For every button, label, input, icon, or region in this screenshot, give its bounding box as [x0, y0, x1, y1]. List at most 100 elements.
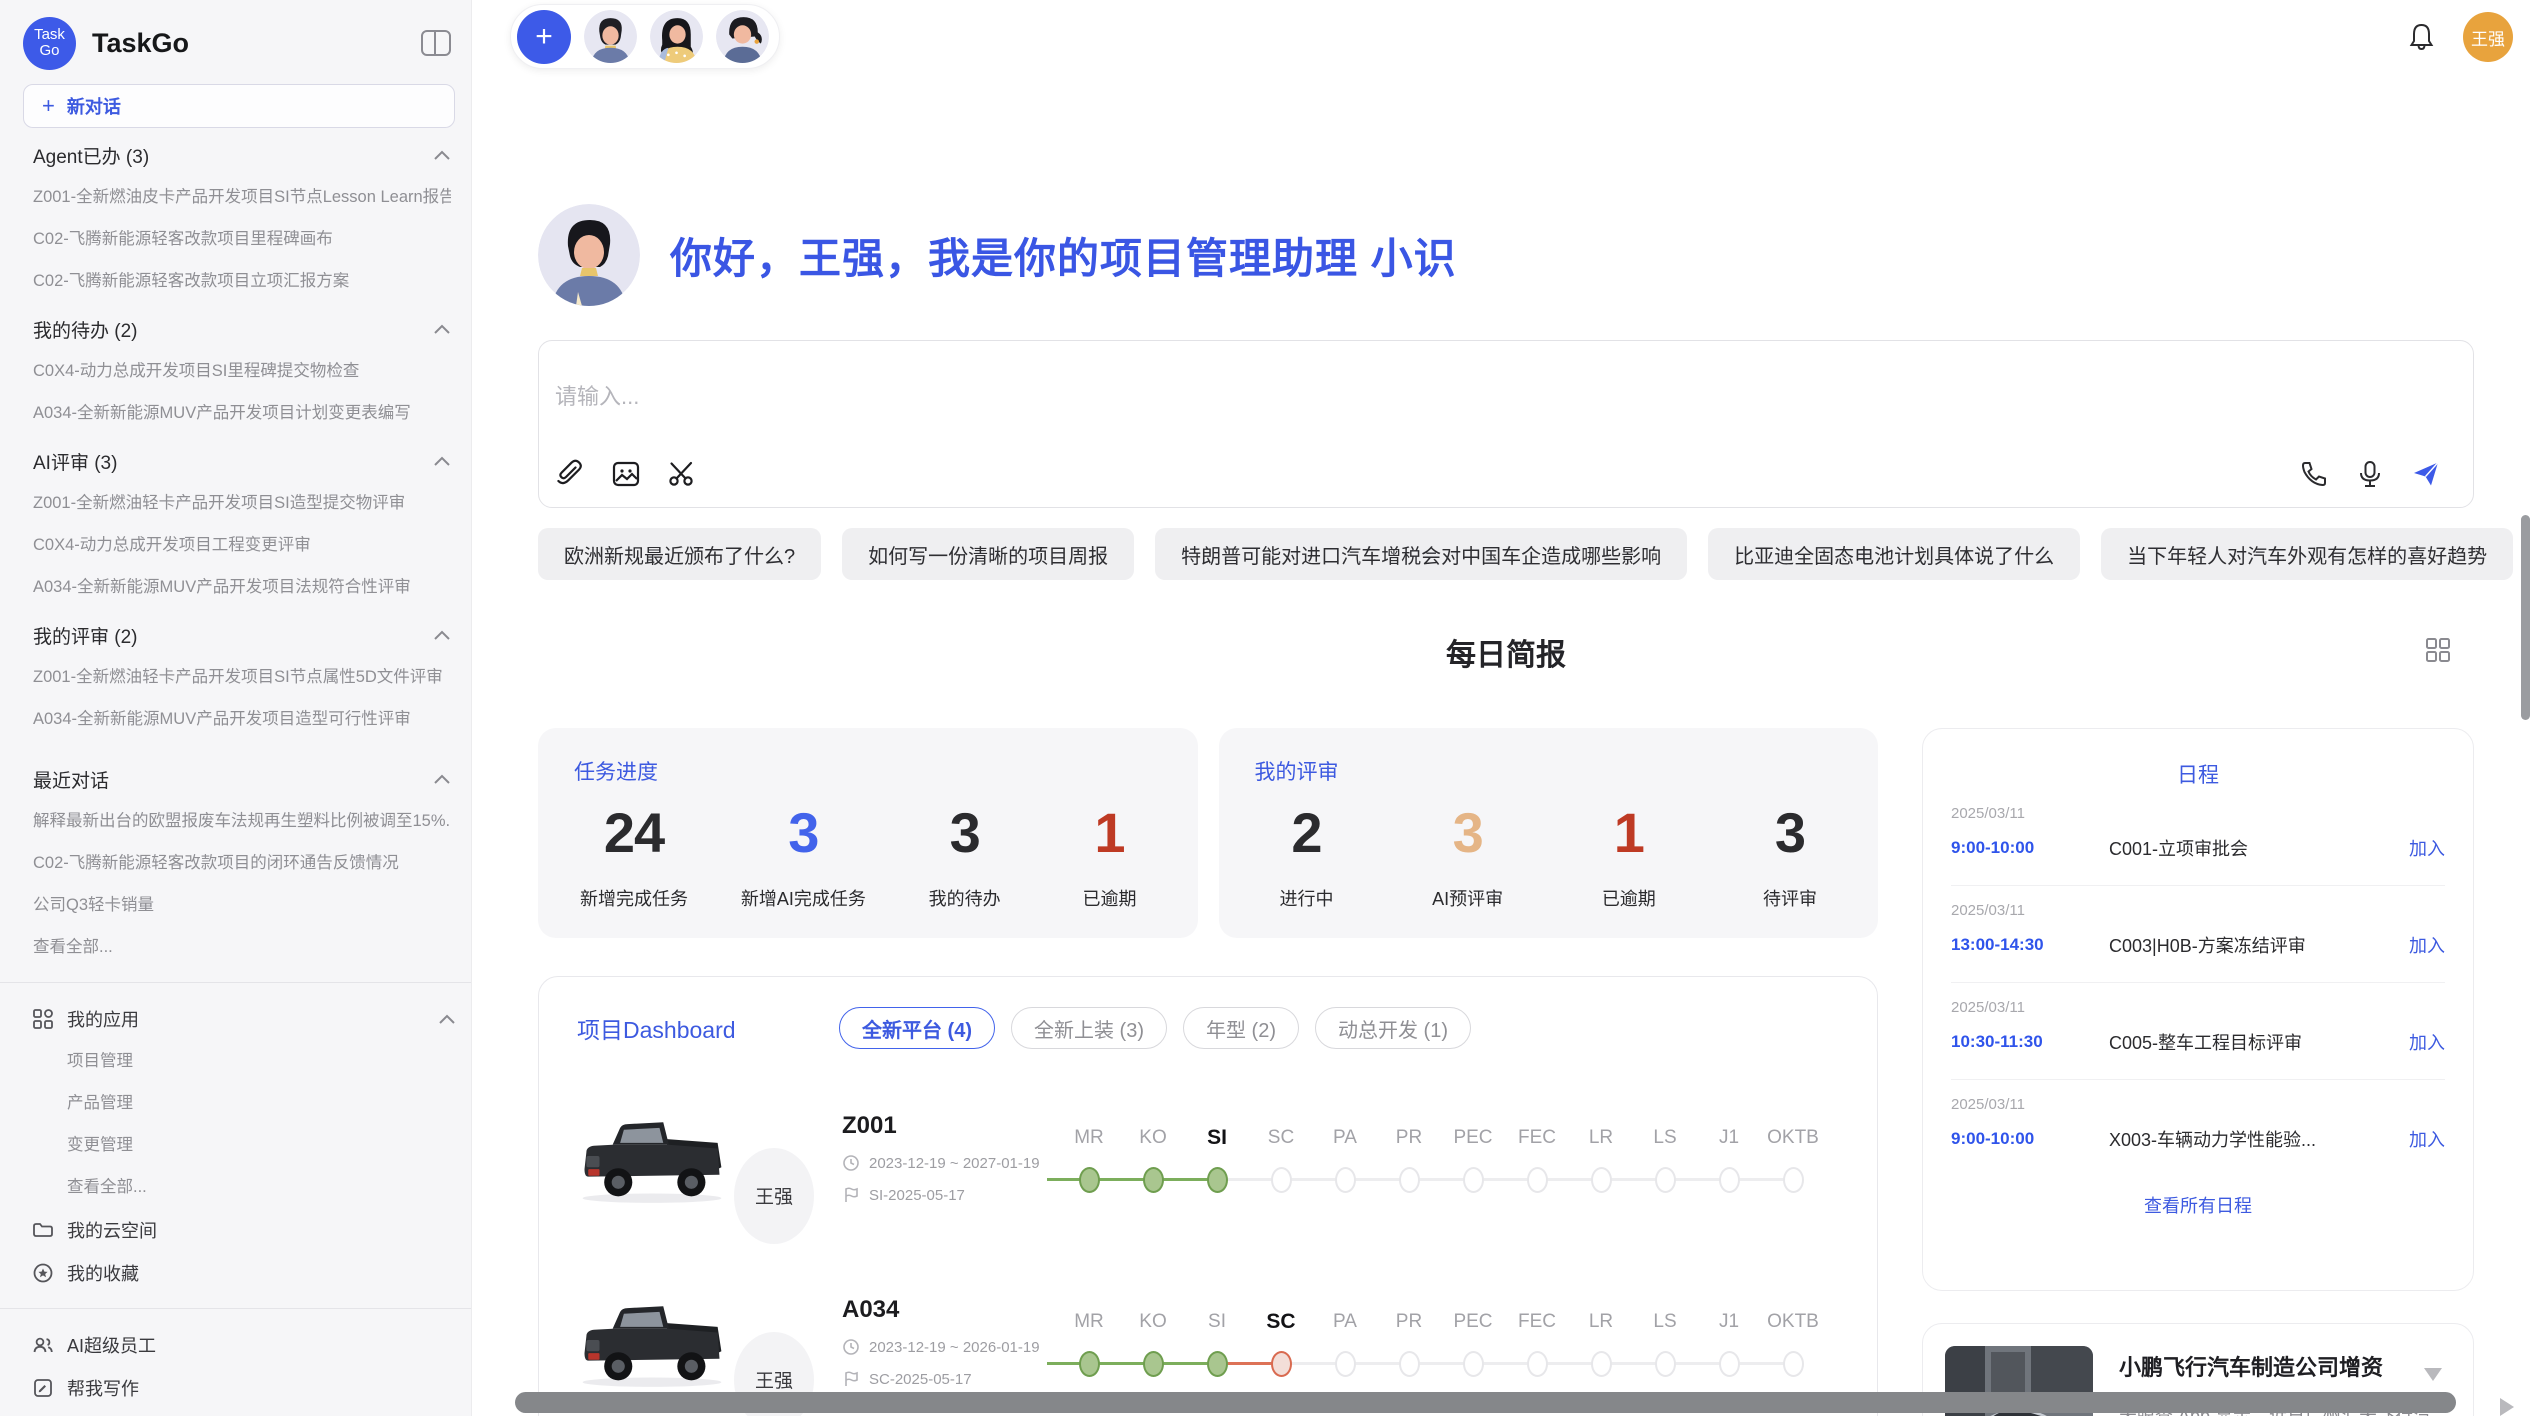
sidebar-item[interactable]: 公司Q3轻卡销量	[33, 884, 451, 926]
vertical-scrollbar-thumb[interactable]	[2521, 515, 2530, 720]
sidebar-item[interactable]: Z001-全新燃油轻卡产品开发项目SI造型提交物评审	[33, 482, 451, 524]
section-header[interactable]: AI评审 (3)	[33, 440, 451, 482]
schedule-item: 2025/03/11 9:00-10:00 X003-车辆动力学性能验... 加…	[1951, 1080, 2445, 1176]
input-actions	[555, 459, 2441, 489]
suggestion-chip[interactable]: 如何写一份清晰的项目周报	[842, 528, 1134, 580]
sidebar-item-label: 我的云空间	[67, 1217, 157, 1243]
schedule-row: 9:00-10:00 X003-车辆动力学性能验... 加入	[1951, 1126, 2445, 1152]
suggestion-chip[interactable]: 欧洲新规最近颁布了什么?	[538, 528, 821, 580]
news-title: 小鹏飞行汽车制造公司增资	[2119, 1350, 2451, 1382]
horizontal-scrollbar-thumb[interactable]	[515, 1392, 2456, 1413]
phone-call-icon[interactable]	[2299, 459, 2329, 489]
section-header[interactable]: 我的评审 (2)	[33, 614, 451, 656]
daily-brief-title: 每日简报	[1446, 630, 1566, 674]
join-meeting-link[interactable]: 加入	[2409, 1029, 2445, 1055]
schedule-time: 9:00-10:00	[1951, 1129, 2109, 1149]
agent-avatar-2[interactable]	[650, 10, 703, 63]
sidebar-item-creative-drawing[interactable]: 创意制图	[0, 1409, 471, 1416]
filter-powertrain[interactable]: 动总开发 (1)	[1315, 1007, 1471, 1049]
collapse-sidebar-icon[interactable]	[421, 30, 451, 56]
milestone-label: KO	[1121, 1123, 1185, 1153]
milestone-label: MR	[1057, 1307, 1121, 1337]
sidebar-item[interactable]: Z001-全新燃油皮卡产品开发项目SI节点Lesson Learn报告	[33, 176, 451, 218]
milestone-label: LS	[1633, 1307, 1697, 1337]
sidebar-subitem-product-mgmt[interactable]: 产品管理	[0, 1082, 471, 1124]
sidebar-item[interactable]: A034-全新新能源MUV产品开发项目法规符合性评审	[33, 566, 451, 608]
stat-new-ai-completed: 3 新增AI完成任务	[741, 800, 866, 911]
sidebar-item-my-cloud[interactable]: 我的云空间	[0, 1208, 471, 1251]
send-icon[interactable]	[2411, 459, 2441, 489]
sidebar-item-label: 帮我写作	[67, 1375, 139, 1401]
filter-year-model[interactable]: 年型 (2)	[1183, 1007, 1299, 1049]
flag-icon	[842, 1186, 860, 1204]
section-header[interactable]: 最近对话	[33, 758, 451, 800]
sidebar-item[interactable]: 解释最新出台的欧盟报废车法规再生塑料比例被调至15%...	[33, 800, 451, 842]
new-chat-button[interactable]: + 新对话	[23, 84, 455, 128]
sidebar-item-help-me-write[interactable]: 帮我写作	[0, 1366, 471, 1409]
stat-overdue: 1 已逾期	[1583, 800, 1675, 911]
notification-bell-icon[interactable]	[2408, 22, 2435, 52]
view-all-apps-link[interactable]: 查看全部...	[0, 1166, 471, 1208]
milestone-dot	[1527, 1167, 1548, 1193]
schedule-item: 2025/03/11 10:30-11:30 C005-整车工程目标评审 加入	[1951, 983, 2445, 1080]
badge-star-icon	[32, 1262, 54, 1284]
view-all-schedule-link[interactable]: 查看所有日程	[1951, 1192, 2445, 1218]
layout-grid-icon[interactable]	[2424, 636, 2452, 664]
suggestion-chip[interactable]: 当下年轻人对汽车外观有怎样的喜好趋势	[2101, 528, 2513, 580]
sidebar-item-my-favorites[interactable]: 我的收藏	[0, 1251, 471, 1294]
milestone-pa: PA	[1313, 1307, 1377, 1377]
scissors-icon[interactable]	[667, 459, 697, 489]
schedule-date: 2025/03/11	[1951, 1096, 2445, 1113]
agent-avatar-1[interactable]	[584, 10, 637, 63]
writing-icon	[32, 1377, 54, 1399]
image-icon[interactable]	[611, 459, 641, 489]
filter-new-platform[interactable]: 全新平台 (4)	[839, 1007, 995, 1049]
stat-overdue: 1 已逾期	[1064, 800, 1156, 911]
chat-input[interactable]: 请输入...	[538, 340, 2474, 508]
sidebar-item[interactable]: C0X4-动力总成开发项目SI里程碑提交物检查	[33, 350, 451, 392]
section-header[interactable]: 我的待办 (2)	[33, 308, 451, 350]
truck-image	[577, 1291, 727, 1389]
attachment-icon[interactable]	[555, 459, 585, 489]
milestone-dot	[1527, 1351, 1548, 1377]
section-header[interactable]: Agent已办 (3)	[33, 134, 451, 176]
agent-avatar-3[interactable]	[716, 10, 769, 63]
milestone-label: SI	[1185, 1307, 1249, 1337]
sidebar-item[interactable]: Z001-全新燃油轻卡产品开发项目SI节点属性5D文件评审	[33, 656, 451, 698]
user-avatar[interactable]: 王强	[2463, 12, 2513, 62]
suggestion-chip[interactable]: 比亚迪全固态电池计划具体说了什么	[1708, 528, 2080, 580]
sidebar-item[interactable]: C02-飞腾新能源轻客改款项目立项汇报方案	[33, 260, 451, 302]
section-title: 我的待办 (2)	[33, 316, 138, 343]
sidebar-subitem-project-mgmt[interactable]: 项目管理	[0, 1040, 471, 1082]
add-agent-button[interactable]: +	[517, 10, 571, 64]
milestone-dot	[1655, 1167, 1676, 1193]
milestone-label: SC	[1249, 1123, 1313, 1153]
milestone-dot	[1591, 1167, 1612, 1193]
milestone-label-current: SC	[1249, 1307, 1313, 1337]
sidebar-item[interactable]: C02-飞腾新能源轻客改款项目的闭环通告反馈情况	[33, 842, 451, 884]
scroll-down-arrow-icon[interactable]	[2424, 1368, 2442, 1381]
view-all-chats-link[interactable]: 查看全部...	[33, 926, 451, 968]
sidebar-item[interactable]: C02-飞腾新能源轻客改款项目里程碑画布	[33, 218, 451, 260]
sidebar-item[interactable]: A034-全新新能源MUV产品开发项目造型可行性评审	[33, 698, 451, 740]
milestone-label: PR	[1377, 1307, 1441, 1337]
sidebar-item[interactable]: C0X4-动力总成开发项目工程变更评审	[33, 524, 451, 566]
suggestion-chip[interactable]: 特朗普可能对进口汽车增税会对中国车企造成哪些影响	[1155, 528, 1687, 580]
sidebar-subitem-change-mgmt[interactable]: 变更管理	[0, 1124, 471, 1166]
schedule-date: 2025/03/11	[1951, 902, 2445, 919]
chevron-up-icon	[433, 455, 451, 467]
sidebar-item-my-apps[interactable]: 我的应用	[0, 997, 471, 1040]
sidebar-section-my-review: 我的评审 (2) Z001-全新燃油轻卡产品开发项目SI节点属性5D文件评审 A…	[0, 614, 471, 740]
scroll-right-arrow-icon[interactable]	[2500, 1398, 2514, 1416]
filter-new-body[interactable]: 全新上装 (3)	[1011, 1007, 1167, 1049]
project-row-z001[interactable]: 王强 Z001 2023-12-19 ~ 2027-01-19	[577, 1083, 1877, 1233]
sidebar-item-ai-super-staff[interactable]: AI超级员工	[0, 1323, 471, 1366]
project-milestone-date: SI-2025-05-17	[869, 1187, 965, 1204]
milestone-label: FEC	[1505, 1123, 1569, 1153]
join-meeting-link[interactable]: 加入	[2409, 932, 2445, 958]
section-title: Agent已办 (3)	[33, 142, 149, 169]
join-meeting-link[interactable]: 加入	[2409, 835, 2445, 861]
microphone-icon[interactable]	[2355, 459, 2385, 489]
join-meeting-link[interactable]: 加入	[2409, 1126, 2445, 1152]
sidebar-item[interactable]: A034-全新新能源MUV产品开发项目计划变更表编写	[33, 392, 451, 434]
